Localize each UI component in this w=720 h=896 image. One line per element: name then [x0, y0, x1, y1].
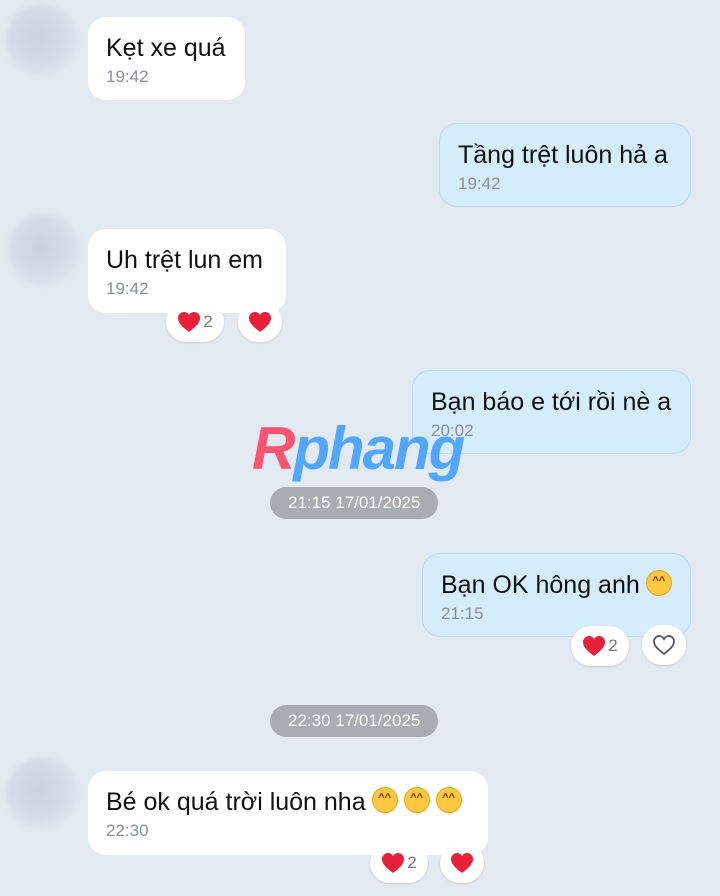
react-heart-button[interactable] [642, 625, 686, 665]
message-text: Tầng trệt luôn hả a [458, 141, 668, 169]
reaction-count: 2 [608, 636, 618, 655]
heart-outline-icon [653, 635, 675, 656]
red-heart-icon [583, 636, 606, 656]
message-time: 19:42 [458, 174, 501, 193]
reaction-summary[interactable]: 2 [166, 302, 224, 342]
message-text: Bạn báo e tới rồi nè a [431, 388, 672, 416]
message-time: 19:42 [106, 279, 149, 298]
date-separator: 21:15 17/01/2025 [270, 487, 439, 519]
message-bubble[interactable]: Kẹt xe quá 19:42 [88, 17, 245, 100]
message-time: 22:30 [106, 821, 149, 840]
react-heart-button[interactable] [238, 302, 282, 342]
red-heart-icon [451, 853, 473, 873]
message-bubble[interactable]: Uh trệt lun em 19:42 [88, 229, 286, 313]
message-bubble[interactable]: Tầng trệt luôn hả a 19:42 [439, 123, 691, 207]
red-heart-icon [382, 853, 405, 873]
date-separator: 22:30 17/01/2025 [270, 705, 439, 737]
grinning-squint-emoji-icon [435, 786, 462, 813]
reaction-summary[interactable]: 2 [370, 843, 428, 883]
message-text: Kẹt xe quá [106, 34, 226, 62]
message-text: Bé ok quá trời luôn nha [106, 785, 470, 819]
message-text-content: Bạn OK hông anh [441, 571, 640, 599]
message-time: 21:15 [441, 604, 484, 623]
message-text: Bạn OK hông anh [441, 568, 672, 602]
watermark-logo: Rphang [252, 415, 465, 482]
avatar[interactable] [6, 757, 78, 829]
message-bubble[interactable]: Bạn OK hông anh 21:15 [422, 553, 691, 637]
reaction-summary[interactable]: 2 [571, 626, 629, 666]
grinning-squint-emoji-icon [371, 786, 398, 813]
avatar[interactable] [8, 214, 80, 286]
grinning-squint-emoji-icon [645, 569, 672, 596]
message-time: 19:42 [106, 67, 149, 86]
red-heart-icon [178, 312, 201, 332]
message-text: Uh trệt lun em [106, 246, 264, 274]
react-heart-button[interactable] [440, 843, 484, 883]
message-time: 20:02 [431, 421, 474, 440]
avatar[interactable] [6, 4, 78, 76]
message-text-content: Bé ok quá trời luôn nha [106, 788, 366, 816]
grinning-squint-emoji-icon [403, 786, 430, 813]
red-heart-icon [249, 312, 271, 332]
reaction-count: 2 [407, 853, 417, 872]
reaction-count: 2 [203, 312, 213, 331]
message-bubble[interactable]: Bé ok quá trời luôn nha 22:30 [88, 771, 488, 855]
